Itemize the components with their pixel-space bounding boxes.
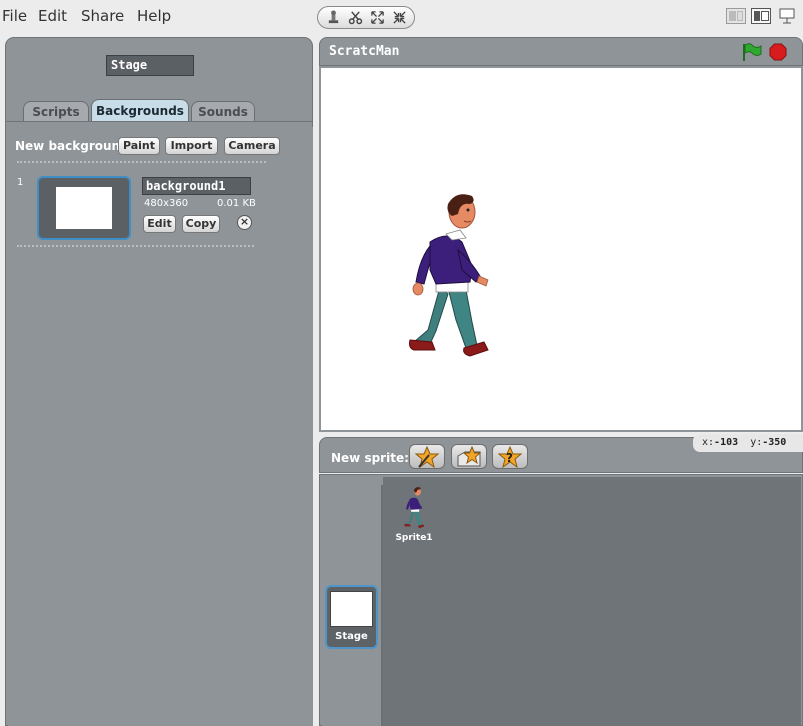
tab-backgrounds[interactable]: Backgrounds xyxy=(91,99,189,122)
mouse-coordinates: x:-103 y:-350 xyxy=(693,434,803,452)
y-label: y: xyxy=(750,437,763,448)
y-value: -350 xyxy=(762,437,787,448)
sprite-thumbnail xyxy=(404,487,425,528)
background-name-field[interactable]: background1 xyxy=(142,177,251,195)
import-background-button[interactable]: Import xyxy=(165,137,218,155)
background-thumbnail[interactable] xyxy=(37,176,131,240)
object-header-panel: Stage Scripts Backgrounds Sounds xyxy=(5,37,313,122)
new-sprite-label: New sprite: xyxy=(331,451,409,465)
tab-scripts[interactable]: Scripts xyxy=(23,101,89,122)
stage-tile[interactable]: Stage xyxy=(325,585,378,649)
small-stage-mode-icon[interactable] xyxy=(726,8,746,24)
stage-tile-label: Stage xyxy=(335,631,368,642)
sprite-list xyxy=(383,477,801,726)
stop-sign-icon[interactable] xyxy=(769,43,787,61)
copy-background-button[interactable]: Copy xyxy=(182,215,220,233)
background-dimensions: 480x360 xyxy=(144,198,189,209)
stage-thumbnail xyxy=(330,591,373,627)
background-index: 1 xyxy=(17,177,24,188)
new-background-label: New background: xyxy=(15,139,134,153)
menu-share[interactable]: Share xyxy=(81,7,124,25)
normal-stage-mode-icon[interactable] xyxy=(751,8,771,24)
scissors-icon[interactable] xyxy=(345,9,365,27)
stage-header: ScratcMan xyxy=(319,37,803,66)
sprite-name-label: Sprite1 xyxy=(395,533,433,543)
paint-sprite-icon[interactable] xyxy=(409,444,445,469)
green-flag-icon[interactable] xyxy=(741,42,763,62)
tab-sounds[interactable]: Sounds xyxy=(191,101,255,122)
divider xyxy=(17,161,266,163)
menu-file[interactable]: File xyxy=(2,7,27,25)
edit-background-button[interactable]: Edit xyxy=(143,215,176,233)
surprise-sprite-icon[interactable]: ? xyxy=(492,444,528,469)
background-file-size: 0.01 KB xyxy=(217,198,256,209)
x-value: -103 xyxy=(714,437,739,448)
object-name-field[interactable]: Stage xyxy=(106,55,194,76)
import-sprite-icon[interactable] xyxy=(451,444,487,469)
presentation-mode-icon[interactable] xyxy=(779,8,795,24)
menu-help[interactable]: Help xyxy=(137,7,171,25)
svg-text:?: ? xyxy=(506,451,513,465)
camera-background-button[interactable]: Camera xyxy=(224,137,280,155)
delete-background-icon[interactable]: × xyxy=(237,215,252,230)
sprite-tile[interactable]: Sprite1 xyxy=(393,486,435,546)
paint-background-button[interactable]: Paint xyxy=(118,137,160,155)
x-label: x: xyxy=(702,437,715,448)
menu-edit[interactable]: Edit xyxy=(38,7,67,25)
walking-man-sprite[interactable] xyxy=(400,190,495,368)
grow-icon[interactable] xyxy=(367,9,387,27)
shrink-icon[interactable] xyxy=(389,9,409,27)
stage-canvas[interactable] xyxy=(319,66,803,432)
divider xyxy=(17,245,254,247)
background-thumbnail-image xyxy=(56,187,112,229)
project-title: ScratcMan xyxy=(329,44,400,59)
sprite-tools-toolbar xyxy=(317,6,415,29)
stamp-icon[interactable] xyxy=(323,9,343,27)
